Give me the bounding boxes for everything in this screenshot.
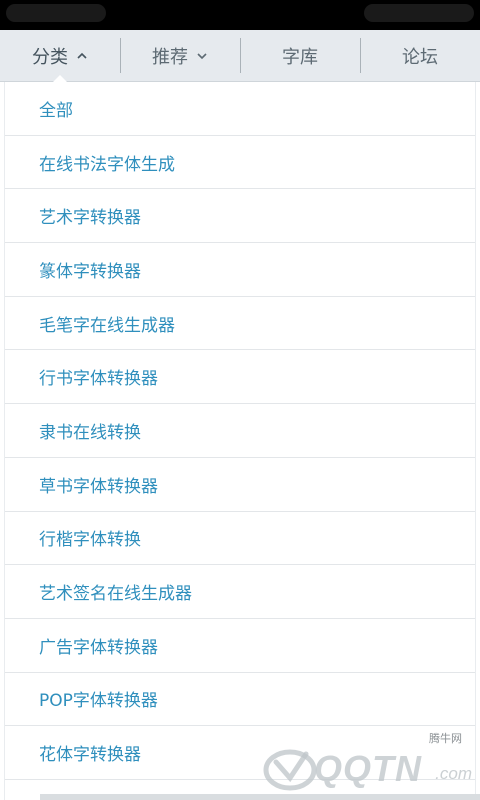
status-left-block xyxy=(6,4,106,22)
tab-forum-label: 论坛 xyxy=(402,46,438,68)
tab-recommend-label: 推荐 xyxy=(152,46,188,68)
tab-font-library-label: 字库 xyxy=(282,46,318,68)
status-right-block xyxy=(364,4,474,22)
watermark-brand: QQTN xyxy=(314,748,422,789)
watermark: 腾牛网 QQTN .com xyxy=(262,730,472,792)
menu-item-art-text-converter[interactable]: 艺术字转换器 xyxy=(5,189,475,244)
menu-item-online-calligraphy[interactable]: 在线书法字体生成 xyxy=(5,136,475,190)
status-bar xyxy=(0,0,480,30)
chevron-up-icon xyxy=(76,50,88,62)
watermark-site-label: 腾牛网 xyxy=(429,732,462,745)
tab-recommend[interactable]: 推荐 xyxy=(120,30,240,81)
tab-category-label: 分类 xyxy=(32,46,68,68)
tab-forum[interactable]: 论坛 xyxy=(360,30,480,81)
menu-item-cursive-converter[interactable]: 草书字体转换器 xyxy=(5,458,475,512)
menu-item-art-signature[interactable]: 艺术签名在线生成器 xyxy=(5,565,475,619)
tab-font-library[interactable]: 字库 xyxy=(240,30,360,81)
active-tab-indicator xyxy=(53,75,67,82)
bottom-strip xyxy=(40,794,480,800)
menu-item-clerical-script[interactable]: 隶书在线转换 xyxy=(5,404,475,458)
watermark-logo-icon xyxy=(263,749,317,791)
category-dropdown-menu: 全部 在线书法字体生成 艺术字转换器 篆体字转换器 毛笔字在线生成器 行书字体转… xyxy=(4,82,476,800)
menu-item-seal-script-converter[interactable]: 篆体字转换器 xyxy=(5,243,475,297)
menu-item-advert-font[interactable]: 广告字体转换器 xyxy=(5,619,475,673)
menu-item-running-script-converter[interactable]: 行书字体转换器 xyxy=(5,350,475,405)
menu-item-pop-font[interactable]: POP字体转换器 xyxy=(5,673,475,727)
tab-category[interactable]: 分类 xyxy=(0,30,120,82)
menu-item-all[interactable]: 全部 xyxy=(5,82,475,136)
menu-item-brush-generator[interactable]: 毛笔字在线生成器 xyxy=(5,297,475,351)
watermark-suffix: .com xyxy=(435,764,472,783)
menu-item-running-regular[interactable]: 行楷字体转换 xyxy=(5,512,475,566)
top-tab-bar: 分类 推荐 字库 论坛 xyxy=(0,30,480,82)
chevron-down-icon xyxy=(196,50,208,62)
